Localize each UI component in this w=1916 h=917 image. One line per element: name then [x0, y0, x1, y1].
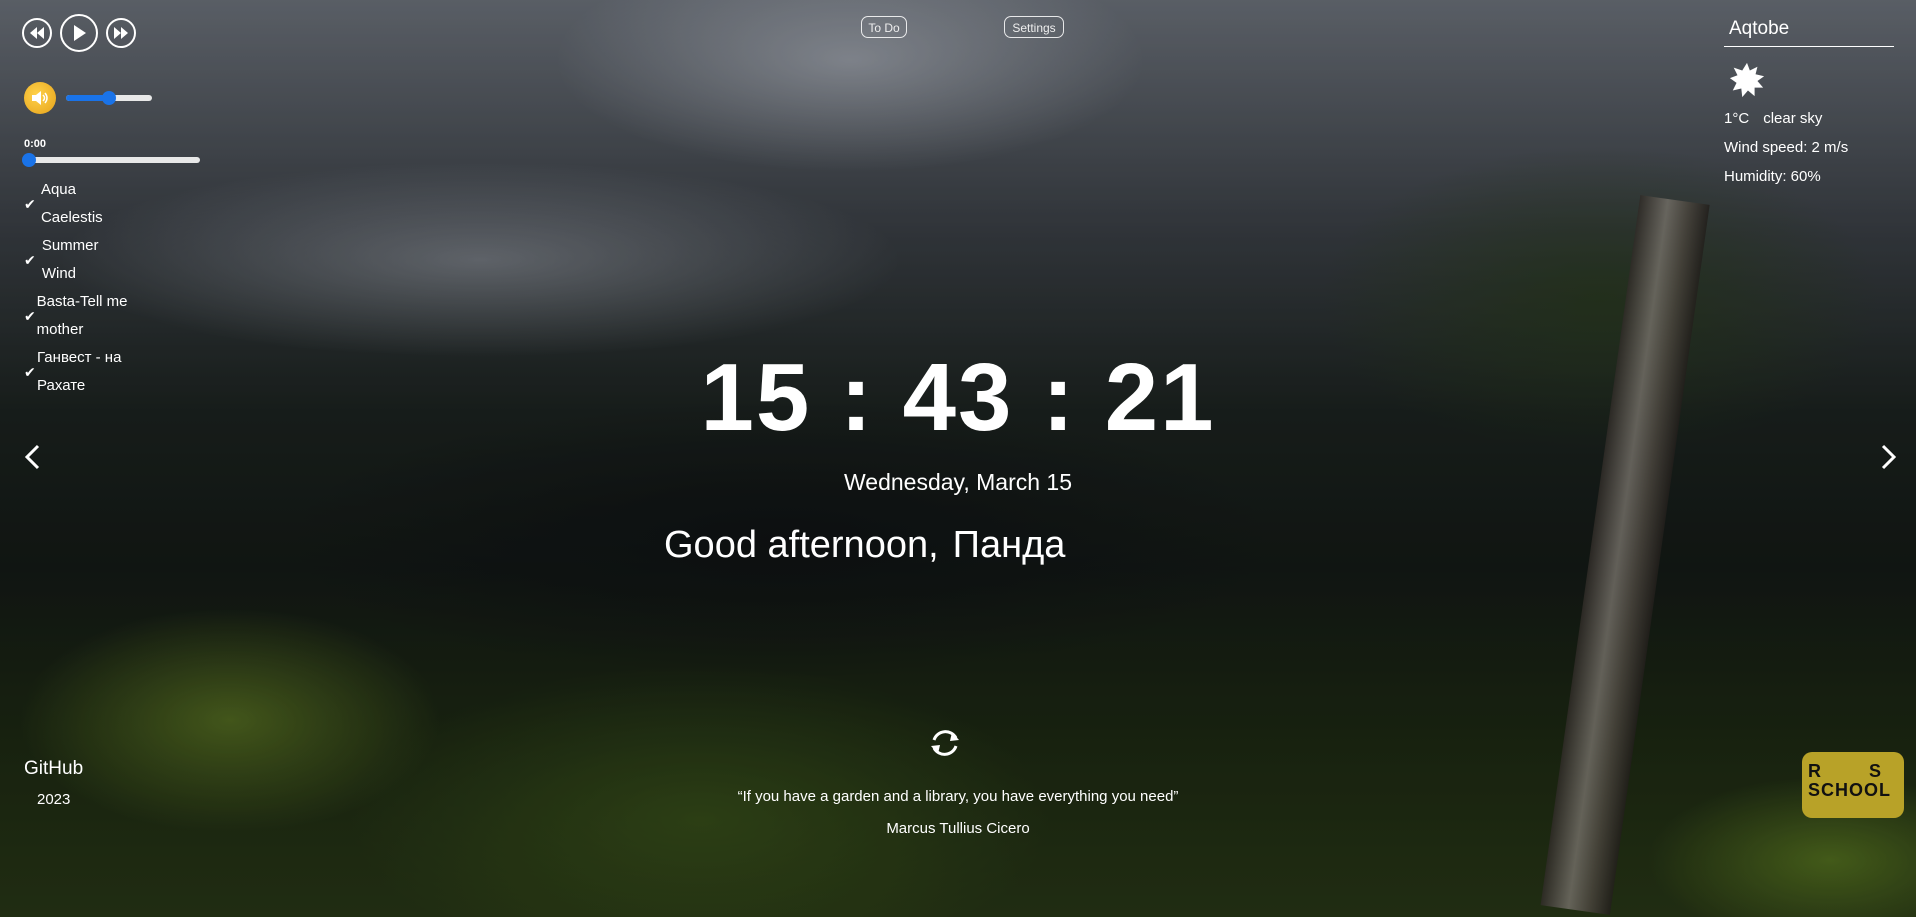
- fast-forward-icon: [114, 27, 128, 39]
- playlist-item[interactable]: ✔ Basta-Tell me mother: [24, 288, 136, 344]
- checkmark-icon: ✔: [24, 308, 36, 324]
- next-track-button[interactable]: [106, 18, 136, 48]
- playlist-item[interactable]: ✔ Summer Wind: [24, 232, 136, 288]
- volume-slider-handle[interactable]: [102, 91, 116, 105]
- track-progress-bar[interactable]: [22, 153, 200, 167]
- clock: 15 : 43 : 21: [0, 338, 1916, 458]
- humidity: Humidity: 60%: [1724, 168, 1821, 185]
- speaker-icon: [32, 91, 48, 105]
- track-title: Aqua Caelestis: [40, 181, 103, 226]
- footer-year: 2023: [37, 791, 71, 808]
- clock-seconds: 21: [1104, 344, 1216, 451]
- volume-button[interactable]: [24, 82, 56, 114]
- play-button[interactable]: [60, 14, 98, 52]
- rs-school-logo[interactable]: RS SCHOOL: [1802, 752, 1904, 818]
- checkmark-icon: ✔: [24, 252, 36, 268]
- track-title: Basta-Tell me mother: [36, 293, 128, 338]
- temperature: 1°C: [1724, 110, 1750, 127]
- previous-track-button[interactable]: [22, 18, 52, 48]
- quote-author: Marcus Tullius Cicero: [886, 820, 1030, 837]
- greeting: Good afternoon, Панда: [664, 524, 1065, 567]
- weather-description: clear sky: [1763, 110, 1823, 127]
- clock-minutes: 43: [902, 344, 1014, 451]
- clock-hours: 15: [700, 344, 812, 451]
- player-controls: [22, 14, 136, 52]
- github-link[interactable]: GitHub: [24, 758, 83, 780]
- playlist-item[interactable]: ✔ Aqua Caelestis: [24, 176, 136, 232]
- background-dim-overlay: [0, 0, 1916, 917]
- volume-control: [24, 82, 152, 114]
- weather-temp-row: 1°C clear sky: [1724, 104, 1894, 133]
- weather-widget: Aqtobe 1°C clear sky Wind speed: 2 m/s Hu…: [1724, 18, 1894, 191]
- quote-text: “If you have a garden and a library, you…: [737, 788, 1179, 805]
- date: Wednesday, March 15: [844, 469, 1072, 495]
- city-input[interactable]: Aqtobe: [1724, 18, 1894, 47]
- clock-separator: :: [839, 344, 874, 451]
- settings-button[interactable]: Settings: [1004, 16, 1064, 38]
- greeting-text: Good afternoon,: [664, 524, 939, 566]
- clock-separator: :: [1042, 344, 1077, 451]
- track-title: Summer Wind: [41, 237, 99, 282]
- play-icon: [74, 25, 86, 41]
- rewind-icon: [30, 27, 44, 39]
- volume-slider[interactable]: [66, 91, 152, 105]
- audio-player: 0:00 ✔ Aqua Caelestis ✔ Summer Wind ✔ Ba…: [22, 14, 200, 394]
- current-time: 0:00: [24, 138, 47, 150]
- todo-button[interactable]: To Do: [861, 16, 907, 38]
- refresh-quote-icon[interactable]: [926, 724, 964, 762]
- checkmark-icon: ✔: [24, 196, 36, 212]
- wind-speed: Wind speed: 2 m/s: [1724, 139, 1849, 156]
- progress-handle[interactable]: [22, 153, 36, 167]
- sun-icon: [1729, 62, 1765, 98]
- name-input[interactable]: Панда: [953, 524, 1066, 567]
